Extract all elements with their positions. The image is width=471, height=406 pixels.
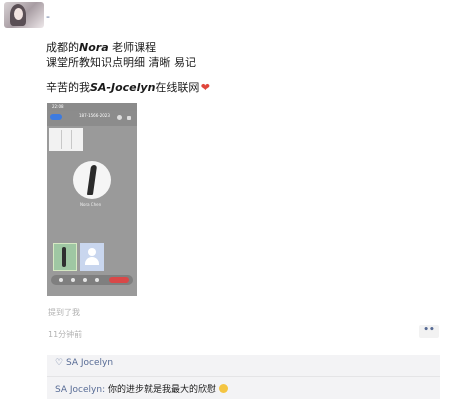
participant-figure xyxy=(62,247,66,267)
nickname[interactable]: - xyxy=(46,10,50,23)
phone-menu-icon xyxy=(127,116,131,120)
user-head-icon xyxy=(88,248,96,256)
post-line-2: 课堂所教知识点明细 清晰 易记 xyxy=(46,56,196,69)
comment-author[interactable]: SA Jocelyn: xyxy=(55,385,105,395)
comment-item[interactable]: SA Jocelyn: 你的进步就是我最大的欣慰 xyxy=(55,382,228,395)
smile-emoji-icon xyxy=(218,384,228,393)
post-line-3-name: SA-Jocelyn xyxy=(90,81,156,94)
post-line-1-name: Nora xyxy=(79,41,109,54)
mic-icon xyxy=(59,278,63,282)
phone-participant-tile xyxy=(53,243,77,271)
post-line-1-suffix: 老师课程 xyxy=(108,41,157,54)
heart-icon: ❤ xyxy=(200,81,211,94)
post-line-3-prefix: 辛苦的我 xyxy=(46,81,90,94)
avatar-face xyxy=(14,8,23,20)
post-time: 11分钟前 xyxy=(48,330,83,339)
end-call-icon xyxy=(109,277,129,283)
phone-status-bar: 22:08 xyxy=(47,103,137,111)
phone-speaker-name: Nora Chen xyxy=(80,202,102,207)
camera-icon xyxy=(71,278,75,282)
doc-line xyxy=(61,130,62,149)
post-line-3: 辛苦的我SA-Jocelyn在线联网❤ xyxy=(46,80,211,95)
comment-box: ♡ SA Jocelyn SA Jocelyn: 你的进步就是我最大的欣慰 xyxy=(47,355,440,399)
post-image[interactable]: 22:08 187-1566-2023 Nora Chen xyxy=(47,103,137,296)
doc-line xyxy=(71,130,72,149)
switch-icon xyxy=(83,278,87,282)
avatar[interactable] xyxy=(4,2,44,28)
comment-text: 你的进步就是我最大的欣慰 xyxy=(105,385,216,395)
phone-title: 187-1566-2023 xyxy=(79,113,110,118)
heart-outline-icon: ♡ xyxy=(55,358,64,368)
post-line-3-suffix: 在线联网 xyxy=(155,81,200,94)
phone-top-bar: 187-1566-2023 xyxy=(47,111,137,126)
post-line-1: 成都的Nora 老师课程 xyxy=(46,40,156,55)
user-body-icon xyxy=(85,257,99,265)
divider xyxy=(47,376,440,377)
phone-document-thumbnail xyxy=(49,128,83,151)
post-line-1-prefix: 成都的 xyxy=(46,41,79,54)
phone-control-bar xyxy=(51,275,133,285)
phone-info-icon xyxy=(117,115,122,120)
phone-participant-tile xyxy=(80,243,104,271)
phone-status-time: 22:08 xyxy=(52,104,64,109)
speaker-icon xyxy=(95,278,99,282)
more-button[interactable]: •• xyxy=(419,325,439,338)
like-user[interactable]: SA Jocelyn xyxy=(66,358,113,368)
mention-label: 提到了我 xyxy=(48,308,80,317)
phone-pill-icon xyxy=(50,114,62,120)
likes-row: ♡ SA Jocelyn xyxy=(55,358,113,368)
